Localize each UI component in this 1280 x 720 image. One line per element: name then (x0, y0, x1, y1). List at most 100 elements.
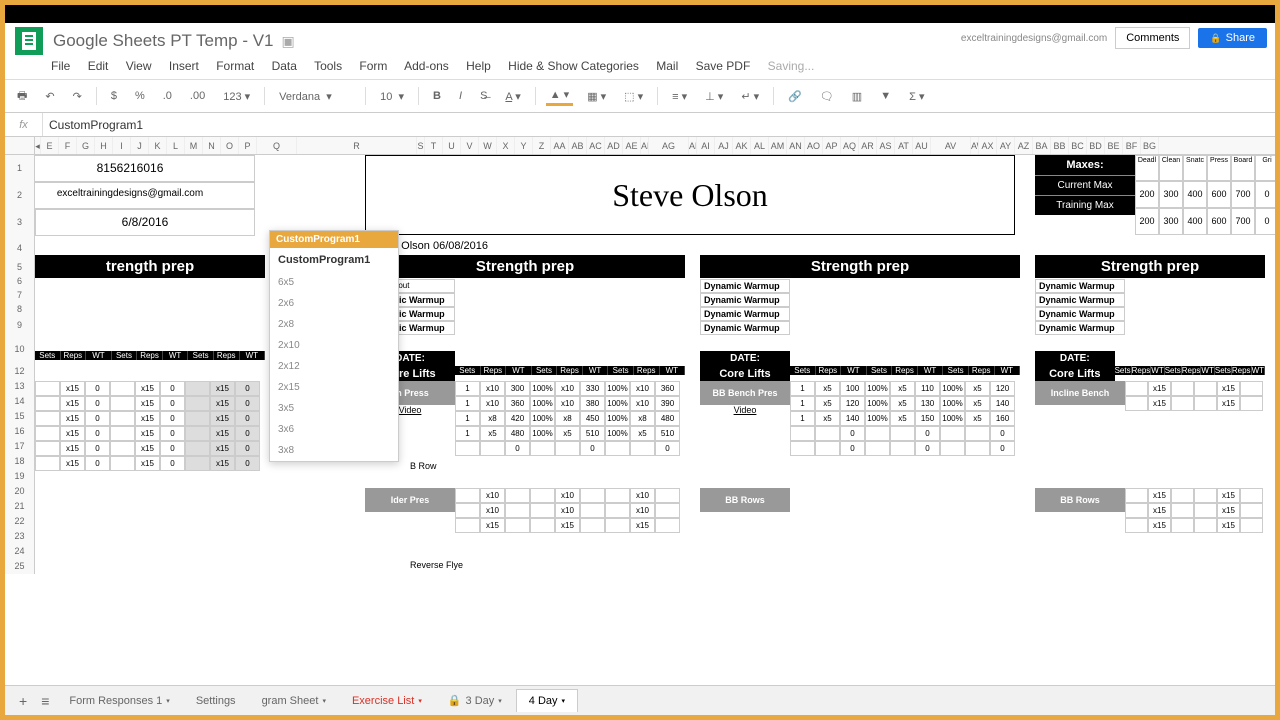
menu-view[interactable]: View (126, 59, 152, 73)
filter-btn[interactable]: ▼ (876, 88, 895, 104)
dw[interactable]: Dynamic Warmup (1035, 293, 1125, 307)
col-AQ[interactable]: AQ (841, 137, 859, 154)
menu-pdf[interactable]: Save PDF (696, 59, 751, 73)
dw[interactable]: Dynamic Warmup (1035, 321, 1125, 335)
ac-match[interactable]: CustomProgram1 (270, 248, 398, 272)
row-3[interactable]: 3 (5, 209, 35, 236)
link-btn[interactable]: 🔗 (784, 88, 806, 105)
row-9[interactable]: 9 (5, 316, 35, 334)
num-format-btn[interactable]: 123 ▾ (219, 88, 254, 105)
ac-option[interactable]: 3x6 (270, 419, 398, 440)
col-R[interactable]: R (297, 137, 417, 154)
col-AX[interactable]: AX (979, 137, 997, 154)
col-AU[interactable]: AU (913, 137, 931, 154)
col-O[interactable]: O (221, 137, 239, 154)
col-I[interactable]: I (113, 137, 131, 154)
col-BD[interactable]: BD (1087, 137, 1105, 154)
phone-cell[interactable]: 8156216016 (5, 155, 255, 182)
col-J[interactable]: J (131, 137, 149, 154)
email-cell[interactable]: exceltrainingdesigns@gmail.com (5, 182, 255, 209)
add-sheet-btn[interactable]: + (13, 693, 33, 709)
row-20[interactable]: 20 (5, 484, 35, 499)
col-AZ[interactable]: AZ (1015, 137, 1033, 154)
row-24[interactable]: 24 (5, 544, 35, 559)
font-size[interactable]: 10 ▾ (376, 88, 408, 105)
menu-file[interactable]: File (51, 59, 70, 73)
row-12[interactable]: 12 (5, 364, 35, 379)
dec0-btn[interactable]: .0 (159, 88, 176, 104)
row-21[interactable]: 21 (5, 499, 35, 514)
row-22[interactable]: 22 (5, 514, 35, 529)
row-7[interactable]: 7 (5, 288, 35, 302)
col-AH[interactable]: AH (689, 137, 697, 154)
tab-exercise-list[interactable]: Exercise List▾ (340, 690, 434, 712)
col-P[interactable]: P (239, 137, 257, 154)
menu-format[interactable]: Format (216, 59, 254, 73)
tab-program[interactable]: gram Sheet▾ (250, 690, 338, 712)
row-15[interactable]: 15 (5, 409, 35, 424)
ac-option[interactable]: 3x5 (270, 398, 398, 419)
col-V[interactable]: V (461, 137, 479, 154)
reverse-flye[interactable]: Reverse Flye (410, 560, 463, 570)
row-19[interactable]: 19 (5, 469, 35, 484)
col-U[interactable]: U (443, 137, 461, 154)
col-AD[interactable]: AD (605, 137, 623, 154)
share-button[interactable]: 🔒Share (1198, 28, 1267, 48)
print-icon[interactable]: 🖶 (13, 85, 31, 108)
dw[interactable]: Dynamic Warmup (700, 307, 790, 321)
comments-button[interactable]: Comments (1115, 27, 1190, 49)
ac-option[interactable]: 3x8 (270, 440, 398, 461)
col-AW[interactable]: AW (971, 137, 979, 154)
menu-form[interactable]: Form (359, 59, 387, 73)
italic-btn[interactable]: I (455, 88, 466, 104)
percent-btn[interactable]: % (131, 88, 149, 104)
ac-option[interactable]: 6x5 (270, 272, 398, 293)
row-2[interactable]: 2 (5, 182, 35, 209)
row-8[interactable]: 8 (5, 302, 35, 316)
col-AF[interactable]: AF (641, 137, 649, 154)
dec00-btn[interactable]: .00 (186, 88, 209, 104)
col-M[interactable]: M (185, 137, 203, 154)
tab-4day[interactable]: 4 Day▾ (516, 689, 578, 712)
menu-mail[interactable]: Mail (656, 59, 678, 73)
dw[interactable]: Dynamic Warmup (1035, 279, 1125, 293)
col-AG[interactable]: AG (649, 137, 689, 154)
col-AY[interactable]: AY (997, 137, 1015, 154)
row-25[interactable]: 25 (5, 559, 35, 574)
dw[interactable]: Dynamic Warmup (700, 321, 790, 335)
functions-btn[interactable]: Σ ▾ (905, 88, 928, 105)
col-S[interactable]: S (417, 137, 425, 154)
menu-help[interactable]: Help (466, 59, 491, 73)
col-AA[interactable]: AA (551, 137, 569, 154)
merge-btn[interactable]: ⬚ ▾ (620, 88, 647, 105)
incline[interactable]: Incline Bench (1035, 381, 1125, 405)
col-AV[interactable]: AV (931, 137, 971, 154)
font-select[interactable]: Verdana ▾ (275, 88, 355, 105)
row-5[interactable]: 5 (5, 260, 35, 274)
spreadsheet-grid[interactable]: 123456789101213141516171819202122232425 … (5, 155, 1275, 645)
col-BC[interactable]: BC (1069, 137, 1087, 154)
col-AP[interactable]: AP (823, 137, 841, 154)
col-AS[interactable]: AS (877, 137, 895, 154)
col-Y[interactable]: Y (515, 137, 533, 154)
col-AE[interactable]: AE (623, 137, 641, 154)
menu-tools[interactable]: Tools (314, 59, 342, 73)
valign-btn[interactable]: ⊥ ▾ (701, 88, 727, 105)
menu-insert[interactable]: Insert (169, 59, 199, 73)
doc-title[interactable]: Google Sheets PT Temp - V1 (53, 31, 274, 51)
folder-icon[interactable]: ▣ (282, 33, 295, 50)
col-Z[interactable]: Z (533, 137, 551, 154)
menu-data[interactable]: Data (272, 59, 297, 73)
col-G[interactable]: G (77, 137, 95, 154)
tab-3day[interactable]: 🔒3 Day▾ (436, 689, 514, 712)
dw[interactable]: Dynamic Warmup (700, 279, 790, 293)
col-Q[interactable]: Q (257, 137, 297, 154)
row-17[interactable]: 17 (5, 439, 35, 454)
redo-icon[interactable]: ↷ (69, 88, 86, 105)
row-18[interactable]: 18 (5, 454, 35, 469)
video-link[interactable]: Video (700, 405, 790, 415)
tab-form-responses[interactable]: Form Responses 1▾ (57, 690, 181, 712)
row-23[interactable]: 23 (5, 529, 35, 544)
col-K[interactable]: K (149, 137, 167, 154)
col-AN[interactable]: AN (787, 137, 805, 154)
